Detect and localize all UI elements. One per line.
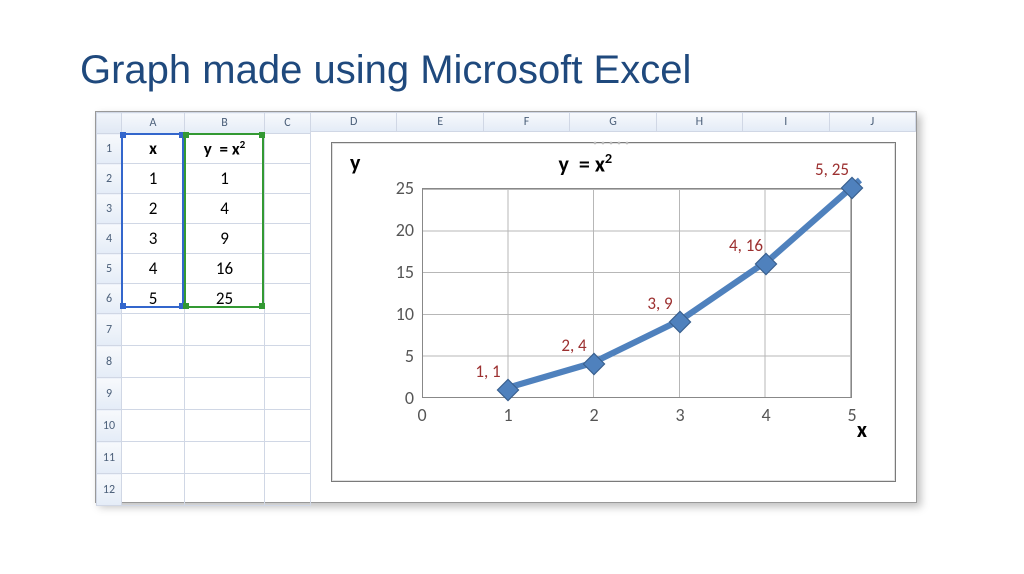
cell[interactable]: 1	[185, 164, 265, 194]
cell[interactable]: 4	[122, 254, 185, 284]
cell[interactable]: 3	[122, 224, 185, 254]
cell[interactable]	[122, 442, 185, 474]
cell[interactable]: 25	[185, 284, 265, 314]
y-tick: 10	[396, 303, 414, 325]
chart-area: DEFGHIJ y y = x2 x 0 5 10 15 20 25 0 1 2 3 4 5 1, …	[311, 112, 916, 502]
col-header[interactable]: G	[570, 112, 656, 132]
col-header[interactable]: H	[657, 112, 743, 132]
data-label: 1, 1	[475, 361, 500, 382]
col-header-c[interactable]: C	[265, 113, 311, 134]
row-header[interactable]: 6	[97, 284, 122, 314]
data-label: 4, 16	[729, 235, 763, 256]
y-tick: 25	[396, 177, 414, 199]
data-label: 2, 4	[561, 335, 586, 356]
row-header[interactable]: 8	[97, 346, 122, 378]
cell[interactable]	[265, 284, 311, 314]
x-tick: 2	[589, 404, 598, 426]
spreadsheet: A B C 1xy = x221132443954166525789101112	[96, 112, 311, 502]
cell[interactable]: 2	[122, 194, 185, 224]
cell[interactable]: 9	[185, 224, 265, 254]
col-header[interactable]: D	[311, 112, 397, 132]
cell[interactable]	[122, 474, 185, 506]
x-axis-label: x	[857, 416, 867, 443]
cell[interactable]	[265, 194, 311, 224]
col-header-a[interactable]: A	[122, 113, 185, 134]
slide: Graph made using Microsoft Excel A B C 1…	[0, 0, 1024, 574]
y-tick: 20	[396, 219, 414, 241]
cell[interactable]	[185, 442, 265, 474]
data-label: 5, 25	[815, 159, 849, 180]
y-tick: 15	[396, 261, 414, 283]
x-tick: 5	[847, 404, 856, 426]
col-header[interactable]: F	[484, 112, 570, 132]
plot-area: 0510152025 012345 1, 12, 43, 94, 165, 25	[422, 188, 852, 398]
col-header[interactable]: I	[743, 112, 829, 132]
x-tick: 0	[417, 404, 426, 426]
row-header[interactable]: 1	[97, 134, 122, 164]
y-tick: 0	[405, 387, 414, 409]
excel-screenshot: A B C 1xy = x221132443954166525789101112…	[95, 111, 917, 503]
cell[interactable]: x	[122, 134, 185, 164]
cell[interactable]	[122, 378, 185, 410]
cell[interactable]	[265, 134, 311, 164]
cell[interactable]	[122, 346, 185, 378]
row-header[interactable]: 11	[97, 442, 122, 474]
select-all-cell[interactable]	[97, 113, 122, 134]
row-header[interactable]: 2	[97, 164, 122, 194]
col-header[interactable]: J	[830, 112, 916, 132]
row-header[interactable]: 3	[97, 194, 122, 224]
y-axis-label: y	[350, 149, 360, 176]
col-header[interactable]: E	[397, 112, 483, 132]
row-header[interactable]: 7	[97, 314, 122, 346]
x-tick: 1	[503, 404, 512, 426]
cell[interactable]: y = x2	[185, 134, 265, 164]
spreadsheet-grid[interactable]: A B C 1xy = x221132443954166525789101112	[96, 112, 311, 506]
cell[interactable]	[265, 378, 311, 410]
cell[interactable]	[265, 254, 311, 284]
row-header[interactable]: 10	[97, 410, 122, 442]
slide-title: Graph made using Microsoft Excel	[80, 48, 1024, 93]
cell[interactable]	[185, 378, 265, 410]
cell[interactable]	[185, 474, 265, 506]
data-label: 3, 9	[647, 293, 672, 314]
chart-object[interactable]: y y = x2 x 0 5 10 15 20 25 0 1 2 3 4 5 1, 1 2, 4 3, …	[331, 142, 896, 482]
cell[interactable]	[265, 224, 311, 254]
cell[interactable]	[185, 346, 265, 378]
col-header-b[interactable]: B	[185, 113, 265, 134]
cell[interactable]	[185, 314, 265, 346]
cell[interactable]	[265, 474, 311, 506]
cell[interactable]	[265, 410, 311, 442]
x-tick: 4	[761, 404, 770, 426]
row-header[interactable]: 5	[97, 254, 122, 284]
cell[interactable]	[265, 314, 311, 346]
cell[interactable]: 5	[122, 284, 185, 314]
cell[interactable]	[265, 442, 311, 474]
cell[interactable]: 16	[185, 254, 265, 284]
cell[interactable]	[122, 410, 185, 442]
chart-title: y = x2	[559, 149, 613, 177]
row-header[interactable]: 12	[97, 474, 122, 506]
col-headers-continued: DEFGHIJ	[311, 112, 916, 132]
cell[interactable]: 1	[122, 164, 185, 194]
cell[interactable]: 4	[185, 194, 265, 224]
y-tick: 5	[405, 345, 414, 367]
cell[interactable]	[122, 314, 185, 346]
cell[interactable]	[185, 410, 265, 442]
cell[interactable]	[265, 164, 311, 194]
cell[interactable]	[265, 346, 311, 378]
row-header[interactable]: 4	[97, 224, 122, 254]
x-tick: 3	[675, 404, 684, 426]
chart-handle-icon	[591, 139, 637, 147]
row-header[interactable]: 9	[97, 378, 122, 410]
